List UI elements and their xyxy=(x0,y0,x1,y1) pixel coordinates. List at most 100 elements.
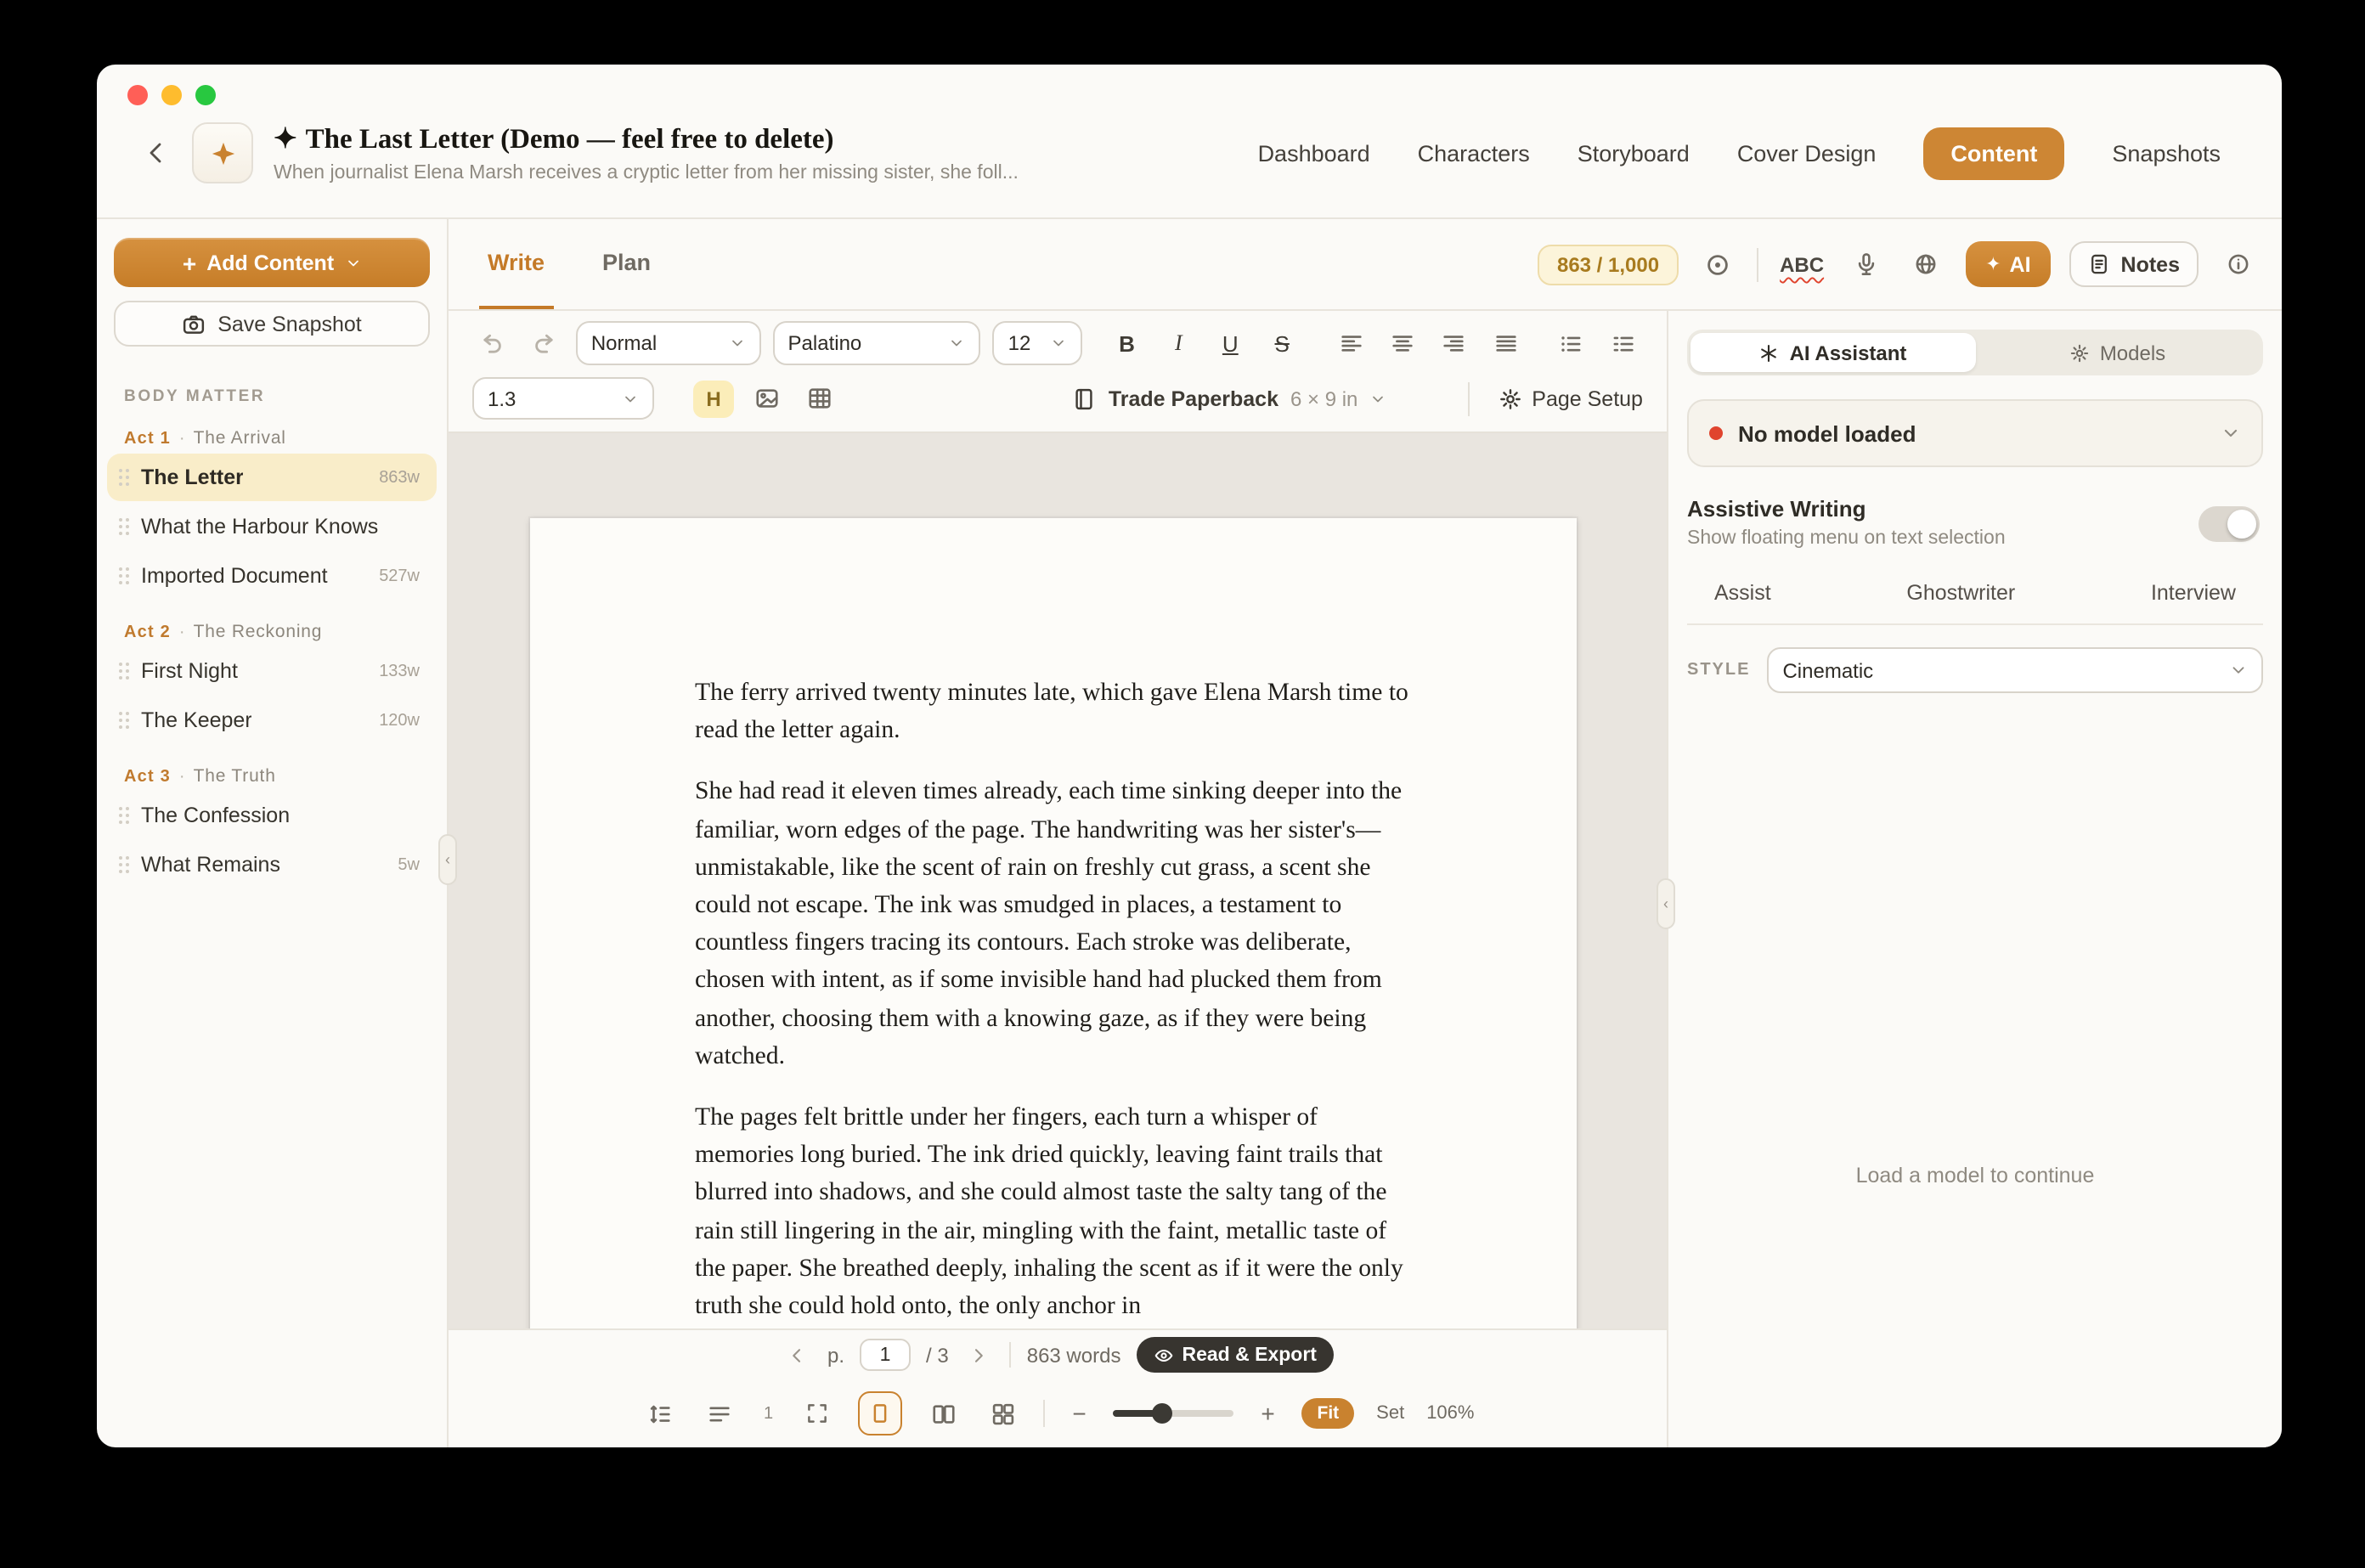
panel-collapse-handle[interactable]: ‹ xyxy=(1657,878,1675,929)
drag-handle-icon[interactable] xyxy=(119,856,129,873)
drag-handle-icon[interactable] xyxy=(119,567,129,584)
align-justify-icon[interactable] xyxy=(1486,323,1526,364)
read-export-button[interactable]: Read & Export xyxy=(1136,1337,1334,1373)
numbered-list-icon[interactable] xyxy=(1603,323,1643,364)
sidebar-item-first-night[interactable]: First Night 133w xyxy=(107,647,437,695)
align-right-icon[interactable] xyxy=(1434,323,1474,364)
act-row-2: Act 2 · The Reckoning xyxy=(124,622,323,642)
chevron-down-icon xyxy=(625,395,635,402)
minimize-window-button[interactable] xyxy=(161,85,182,105)
nav-content[interactable]: Content xyxy=(1923,127,2065,179)
zoom-slider-thumb[interactable] xyxy=(1151,1403,1172,1424)
save-snapshot-button[interactable]: Save Snapshot xyxy=(114,301,430,347)
underline-button[interactable]: U xyxy=(1211,323,1250,364)
word-budget-badge[interactable]: 863 / 1,000 xyxy=(1538,244,1679,285)
editor-topbar: Write Plan 863 / 1,000 ABC ✦ AI Notes xyxy=(449,219,2282,311)
drag-handle-icon[interactable] xyxy=(119,807,129,824)
close-window-button[interactable] xyxy=(127,85,148,105)
nav-cover-design[interactable]: Cover Design xyxy=(1737,140,1877,166)
sidebar-item-what-remains[interactable]: What Remains 5w xyxy=(107,841,437,888)
previous-page-icon[interactable] xyxy=(782,1340,812,1370)
zoom-window-button[interactable] xyxy=(195,85,216,105)
notes-button[interactable]: Notes xyxy=(2069,241,2198,287)
tab-assist[interactable]: Assist xyxy=(1714,581,1771,605)
line-spacing-select[interactable]: 1.3 xyxy=(472,377,654,420)
font-family-select[interactable]: Palatino xyxy=(772,321,981,365)
align-center-icon[interactable] xyxy=(1383,323,1423,364)
pagination-bar: p. / 3 863 words Read & Export xyxy=(449,1328,1667,1379)
language-globe-icon[interactable] xyxy=(1905,244,1946,285)
tab-interview[interactable]: Interview xyxy=(2151,581,2236,605)
sidebar-item-harbour[interactable]: What the Harbour Knows xyxy=(107,503,437,550)
fit-button[interactable]: Fit xyxy=(1301,1398,1355,1429)
back-button[interactable] xyxy=(134,131,178,175)
project-icon-button[interactable] xyxy=(192,122,253,183)
drag-handle-icon[interactable] xyxy=(119,663,129,680)
grid-view-button[interactable] xyxy=(985,1395,1022,1432)
strikethrough-button[interactable]: S xyxy=(1262,323,1302,364)
redo-icon[interactable] xyxy=(524,323,564,364)
tab-ghostwriter[interactable]: Ghostwriter xyxy=(1906,581,2015,605)
next-page-icon[interactable] xyxy=(964,1340,995,1370)
sidebar-item-imported-document[interactable]: Imported Document 527w xyxy=(107,552,437,600)
sidebar-item-the-keeper[interactable]: The Keeper 120w xyxy=(107,697,437,744)
tab-models[interactable]: Models xyxy=(1975,333,2260,372)
drag-handle-icon[interactable] xyxy=(119,469,129,486)
focus-target-icon[interactable] xyxy=(1696,244,1737,285)
drag-handle-icon[interactable] xyxy=(119,712,129,729)
nav-dashboard[interactable]: Dashboard xyxy=(1258,140,1370,166)
single-page-view-button[interactable] xyxy=(858,1391,903,1435)
insert-image-icon[interactable] xyxy=(746,378,787,419)
nav-characters[interactable]: Characters xyxy=(1418,140,1530,166)
paragraph-style-select[interactable]: Normal xyxy=(575,321,761,365)
zoom-out-button[interactable]: − xyxy=(1068,1400,1092,1427)
zoom-slider[interactable] xyxy=(1113,1402,1234,1425)
ai-panel: AI Assistant Models No model loaded Assi… xyxy=(1667,311,2282,1447)
trim-size-select[interactable]: Trade Paperback 6 × 9 in xyxy=(920,386,1387,410)
panel-empty-state: Load a model to continue xyxy=(1855,1164,2095,1187)
page-number-input[interactable] xyxy=(860,1339,912,1371)
chevron-down-icon xyxy=(731,340,742,347)
bullet-list-icon[interactable] xyxy=(1551,323,1591,364)
main-area: Write Plan 863 / 1,000 ABC ✦ AI Notes No… xyxy=(449,219,2282,1447)
ai-sparkle-icon: ✦ xyxy=(1985,255,2001,275)
two-page-view-button[interactable] xyxy=(925,1395,962,1432)
divider xyxy=(1043,1400,1046,1427)
info-icon[interactable] xyxy=(2217,244,2258,285)
sidebar-item-the-confession[interactable]: The Confession xyxy=(107,792,437,839)
page-setup-button[interactable]: Page Setup xyxy=(1498,386,1643,410)
zoom-in-button[interactable]: + xyxy=(1256,1400,1280,1427)
sidebar-collapse-handle[interactable]: ‹ xyxy=(438,834,457,885)
paragraph-view-icon[interactable] xyxy=(701,1395,738,1432)
nav-storyboard[interactable]: Storyboard xyxy=(1578,140,1690,166)
italic-button[interactable]: I xyxy=(1159,323,1199,364)
add-content-button[interactable]: + Add Content xyxy=(114,238,430,287)
bold-button[interactable]: B xyxy=(1107,323,1147,364)
undo-icon[interactable] xyxy=(472,323,512,364)
dictation-mic-icon[interactable] xyxy=(1846,244,1887,285)
ai-button[interactable]: ✦ AI xyxy=(1965,241,2052,287)
insert-table-icon[interactable] xyxy=(799,378,839,419)
align-left-icon[interactable] xyxy=(1331,323,1371,364)
tab-ai-assistant[interactable]: AI Assistant xyxy=(1690,333,1975,372)
set-zoom-button[interactable]: Set xyxy=(1376,1403,1404,1424)
line-height-icon[interactable] xyxy=(641,1395,679,1432)
nav-snapshots[interactable]: Snapshots xyxy=(2112,140,2221,166)
model-status-dropdown[interactable]: No model loaded xyxy=(1687,399,2263,467)
act-row-3: Act 3 · The Truth xyxy=(124,766,276,787)
style-select[interactable]: Cinematic xyxy=(1767,647,2263,693)
editor-canvas: The ferry arrived twenty minutes late, w… xyxy=(449,433,1667,1328)
style-row: STYLE Cinematic xyxy=(1687,647,2263,693)
fullscreen-icon[interactable] xyxy=(799,1395,837,1432)
font-size-select[interactable]: 12 xyxy=(992,321,1082,365)
sidebar-item-the-letter[interactable]: The Letter 863w xyxy=(107,454,437,501)
editor-page-text[interactable]: The ferry arrived twenty minutes late, w… xyxy=(530,518,1577,1326)
tab-write[interactable]: Write xyxy=(479,219,554,309)
section-label-body-matter: BODY MATTER xyxy=(124,387,266,406)
assistive-writing-toggle[interactable] xyxy=(2198,506,2260,542)
document-icon xyxy=(2091,254,2108,274)
highlight-button[interactable]: H xyxy=(693,380,734,417)
drag-handle-icon[interactable] xyxy=(119,518,129,535)
spellcheck-button[interactable]: ABC xyxy=(1776,252,1827,276)
tab-plan[interactable]: Plan xyxy=(594,219,659,309)
